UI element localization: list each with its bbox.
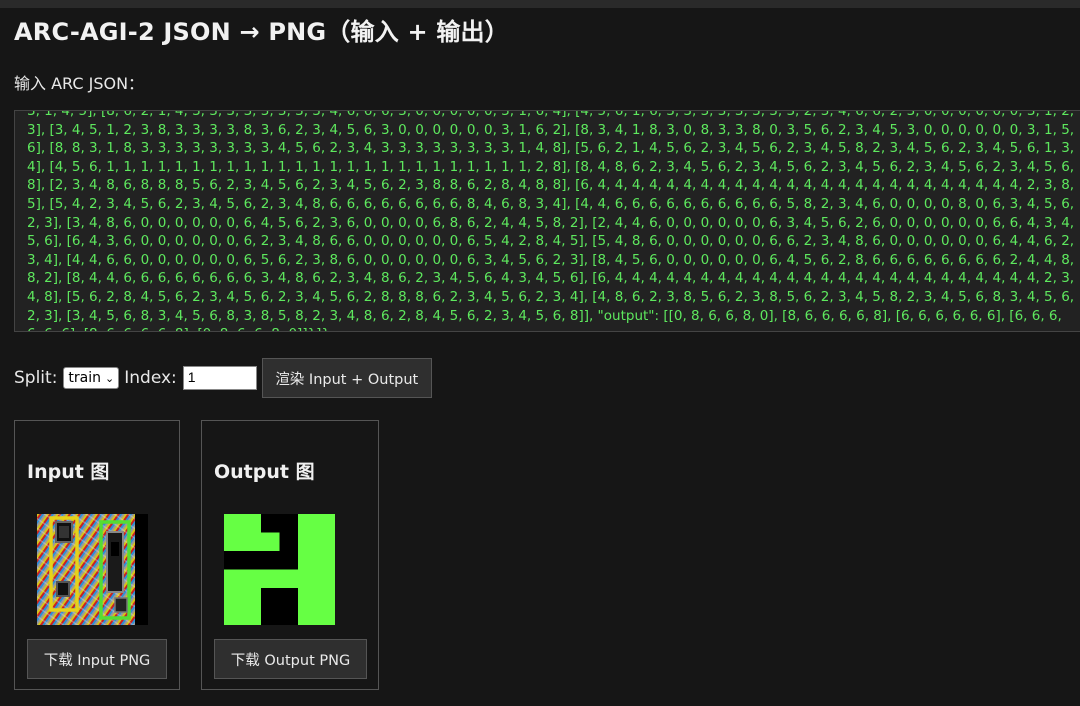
output-grid-cell (279, 551, 299, 570)
input-grid-inner-block-2 (111, 542, 119, 556)
input-grid-black-margin (135, 514, 148, 625)
split-select-value: train (68, 370, 102, 386)
json-textarea[interactable]: 3, 1, 4, 5], [8, 6, 2, 1, 4, 3, 3, 3, 3,… (14, 110, 1080, 332)
output-grid-cell (261, 588, 280, 607)
chevron-down-icon: ⌄ (105, 371, 115, 385)
output-grid-cell (224, 514, 243, 533)
output-grid-cell (279, 606, 299, 625)
output-grid-cell (224, 532, 243, 552)
output-panel: Output 图 下载 Output PNG (201, 420, 379, 690)
page-title: ARC-AGI-2 JSON → PNG（输入 + 输出） (14, 18, 509, 46)
download-input-button[interactable]: 下载 Input PNG (27, 639, 167, 679)
split-select[interactable]: train ⌄ (63, 367, 120, 389)
split-label: Split: (14, 368, 58, 388)
output-grid-cell (224, 588, 243, 607)
input-panel-heading: Input 图 (27, 461, 110, 483)
output-grid-cell (298, 588, 317, 607)
output-grid-cell (242, 569, 262, 589)
top-bar (0, 0, 1080, 8)
output-panel-heading: Output 图 (214, 461, 315, 483)
output-grid-cell (316, 588, 335, 607)
output-grid-cell (316, 514, 335, 533)
controls-row: Split: train ⌄ Index: 1 渲染 Input + Outpu… (14, 358, 432, 398)
output-grid-cell (261, 532, 280, 552)
output-grid-cell (316, 606, 335, 625)
input-grid-dark-block-3 (106, 531, 124, 593)
index-input[interactable]: 1 (182, 366, 257, 390)
output-grid-cell (279, 588, 299, 607)
input-grid-image (37, 514, 148, 625)
input-grid-dark-block-2 (56, 581, 70, 597)
output-grid-cell (316, 532, 335, 552)
output-grid-cell (224, 551, 243, 570)
render-button[interactable]: 渲染 Input + Output (261, 358, 432, 398)
output-grid-cell (261, 514, 280, 533)
input-grid-inner-block-1 (59, 526, 69, 538)
output-grid-cell (242, 588, 262, 607)
output-grid-cell (261, 606, 280, 625)
output-grid-cell (224, 569, 243, 589)
output-grid-cell (298, 569, 317, 589)
output-grid-cell (279, 532, 299, 552)
output-grid-cell (316, 569, 335, 589)
output-grid-cell (242, 514, 262, 533)
output-grid-cell (261, 551, 280, 570)
input-grid-dark-block-4 (114, 597, 128, 613)
output-grid-cell (224, 606, 243, 625)
output-grid-cell (279, 514, 299, 533)
output-grid-cell (242, 551, 262, 570)
output-grid-cell (242, 532, 262, 552)
output-grid-cell (298, 514, 317, 533)
output-grid-cell (298, 551, 317, 570)
json-input-label: 输入 ARC JSON： (14, 74, 145, 93)
output-grid-image (224, 514, 335, 625)
download-output-button[interactable]: 下载 Output PNG (214, 639, 367, 679)
output-grid-cell (242, 606, 262, 625)
input-panel: Input 图 下载 Input PNG (14, 420, 180, 690)
json-textarea-content: 3, 1, 4, 5], [8, 6, 2, 1, 4, 3, 3, 3, 3,… (27, 110, 1075, 331)
index-label: Index: (124, 368, 177, 388)
output-grid-cell (298, 606, 317, 625)
output-grid-cell (261, 569, 280, 589)
output-grid-cell (298, 532, 317, 552)
output-grid-cell (316, 551, 335, 570)
output-grid-cell (279, 569, 299, 589)
